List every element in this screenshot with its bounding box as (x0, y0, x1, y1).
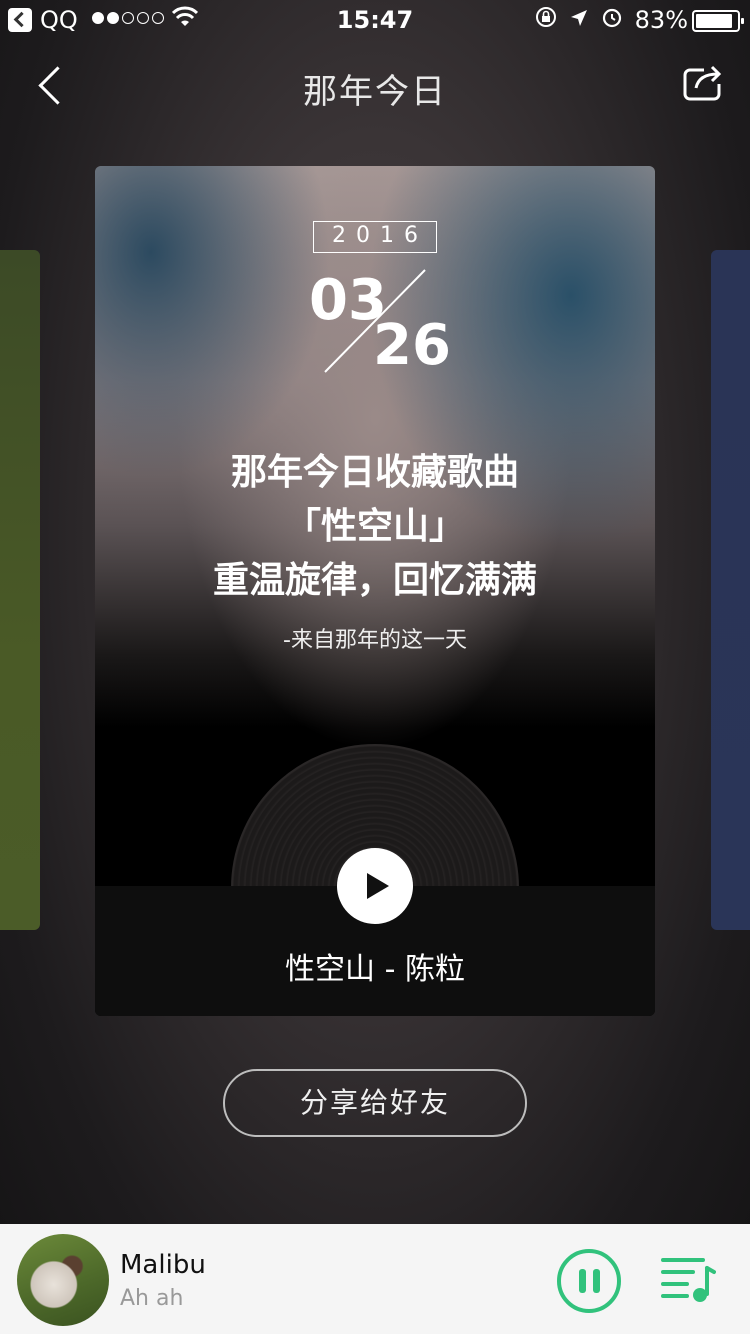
previous-card[interactable] (0, 250, 40, 930)
share-to-friends-button[interactable]: 分享给好友 (223, 1069, 527, 1137)
year-label: 2016 (313, 221, 437, 253)
headline-line-3: 重温旋律，回忆满满 (212, 560, 537, 601)
share-button[interactable] (682, 64, 724, 102)
rotation-lock-icon (535, 6, 557, 34)
date-day: 26 (373, 313, 451, 378)
headline-line-1: 那年今日收藏歌曲 (230, 452, 519, 493)
from-caption: -来自那年的这一天 (283, 628, 467, 653)
memory-card: 2016 03 26 那年今日收藏歌曲 「性空山」 重温旋律，回忆满满 -来自那… (95, 166, 655, 1016)
page-title: 那年今日 (303, 72, 447, 112)
mini-player[interactable]: Malibu Ah ah (0, 1224, 750, 1334)
battery-percent: 83% (634, 6, 688, 34)
playlist-button[interactable] (660, 1254, 716, 1304)
share-icon (683, 65, 722, 101)
play-button[interactable] (337, 848, 413, 924)
alarm-icon (601, 6, 623, 34)
pause-button[interactable] (557, 1249, 621, 1313)
status-bar: QQ 15:47 83% (0, 0, 750, 40)
album-cover[interactable] (17, 1234, 109, 1326)
next-card[interactable] (711, 250, 750, 930)
mini-player-subtitle: Ah ah (120, 1286, 184, 1311)
mini-player-title: Malibu (120, 1250, 206, 1280)
playlist-icon (661, 1258, 716, 1302)
card-headline: 那年今日收藏歌曲 「性空山」 重温旋律，回忆满满 (95, 446, 655, 608)
location-icon (569, 6, 589, 34)
headline-line-2: 「性空山」 (284, 506, 465, 547)
song-title-artist: 性空山 - 陈粒 (285, 952, 465, 987)
battery-icon (692, 10, 744, 32)
status-icons: 83% (535, 6, 688, 34)
